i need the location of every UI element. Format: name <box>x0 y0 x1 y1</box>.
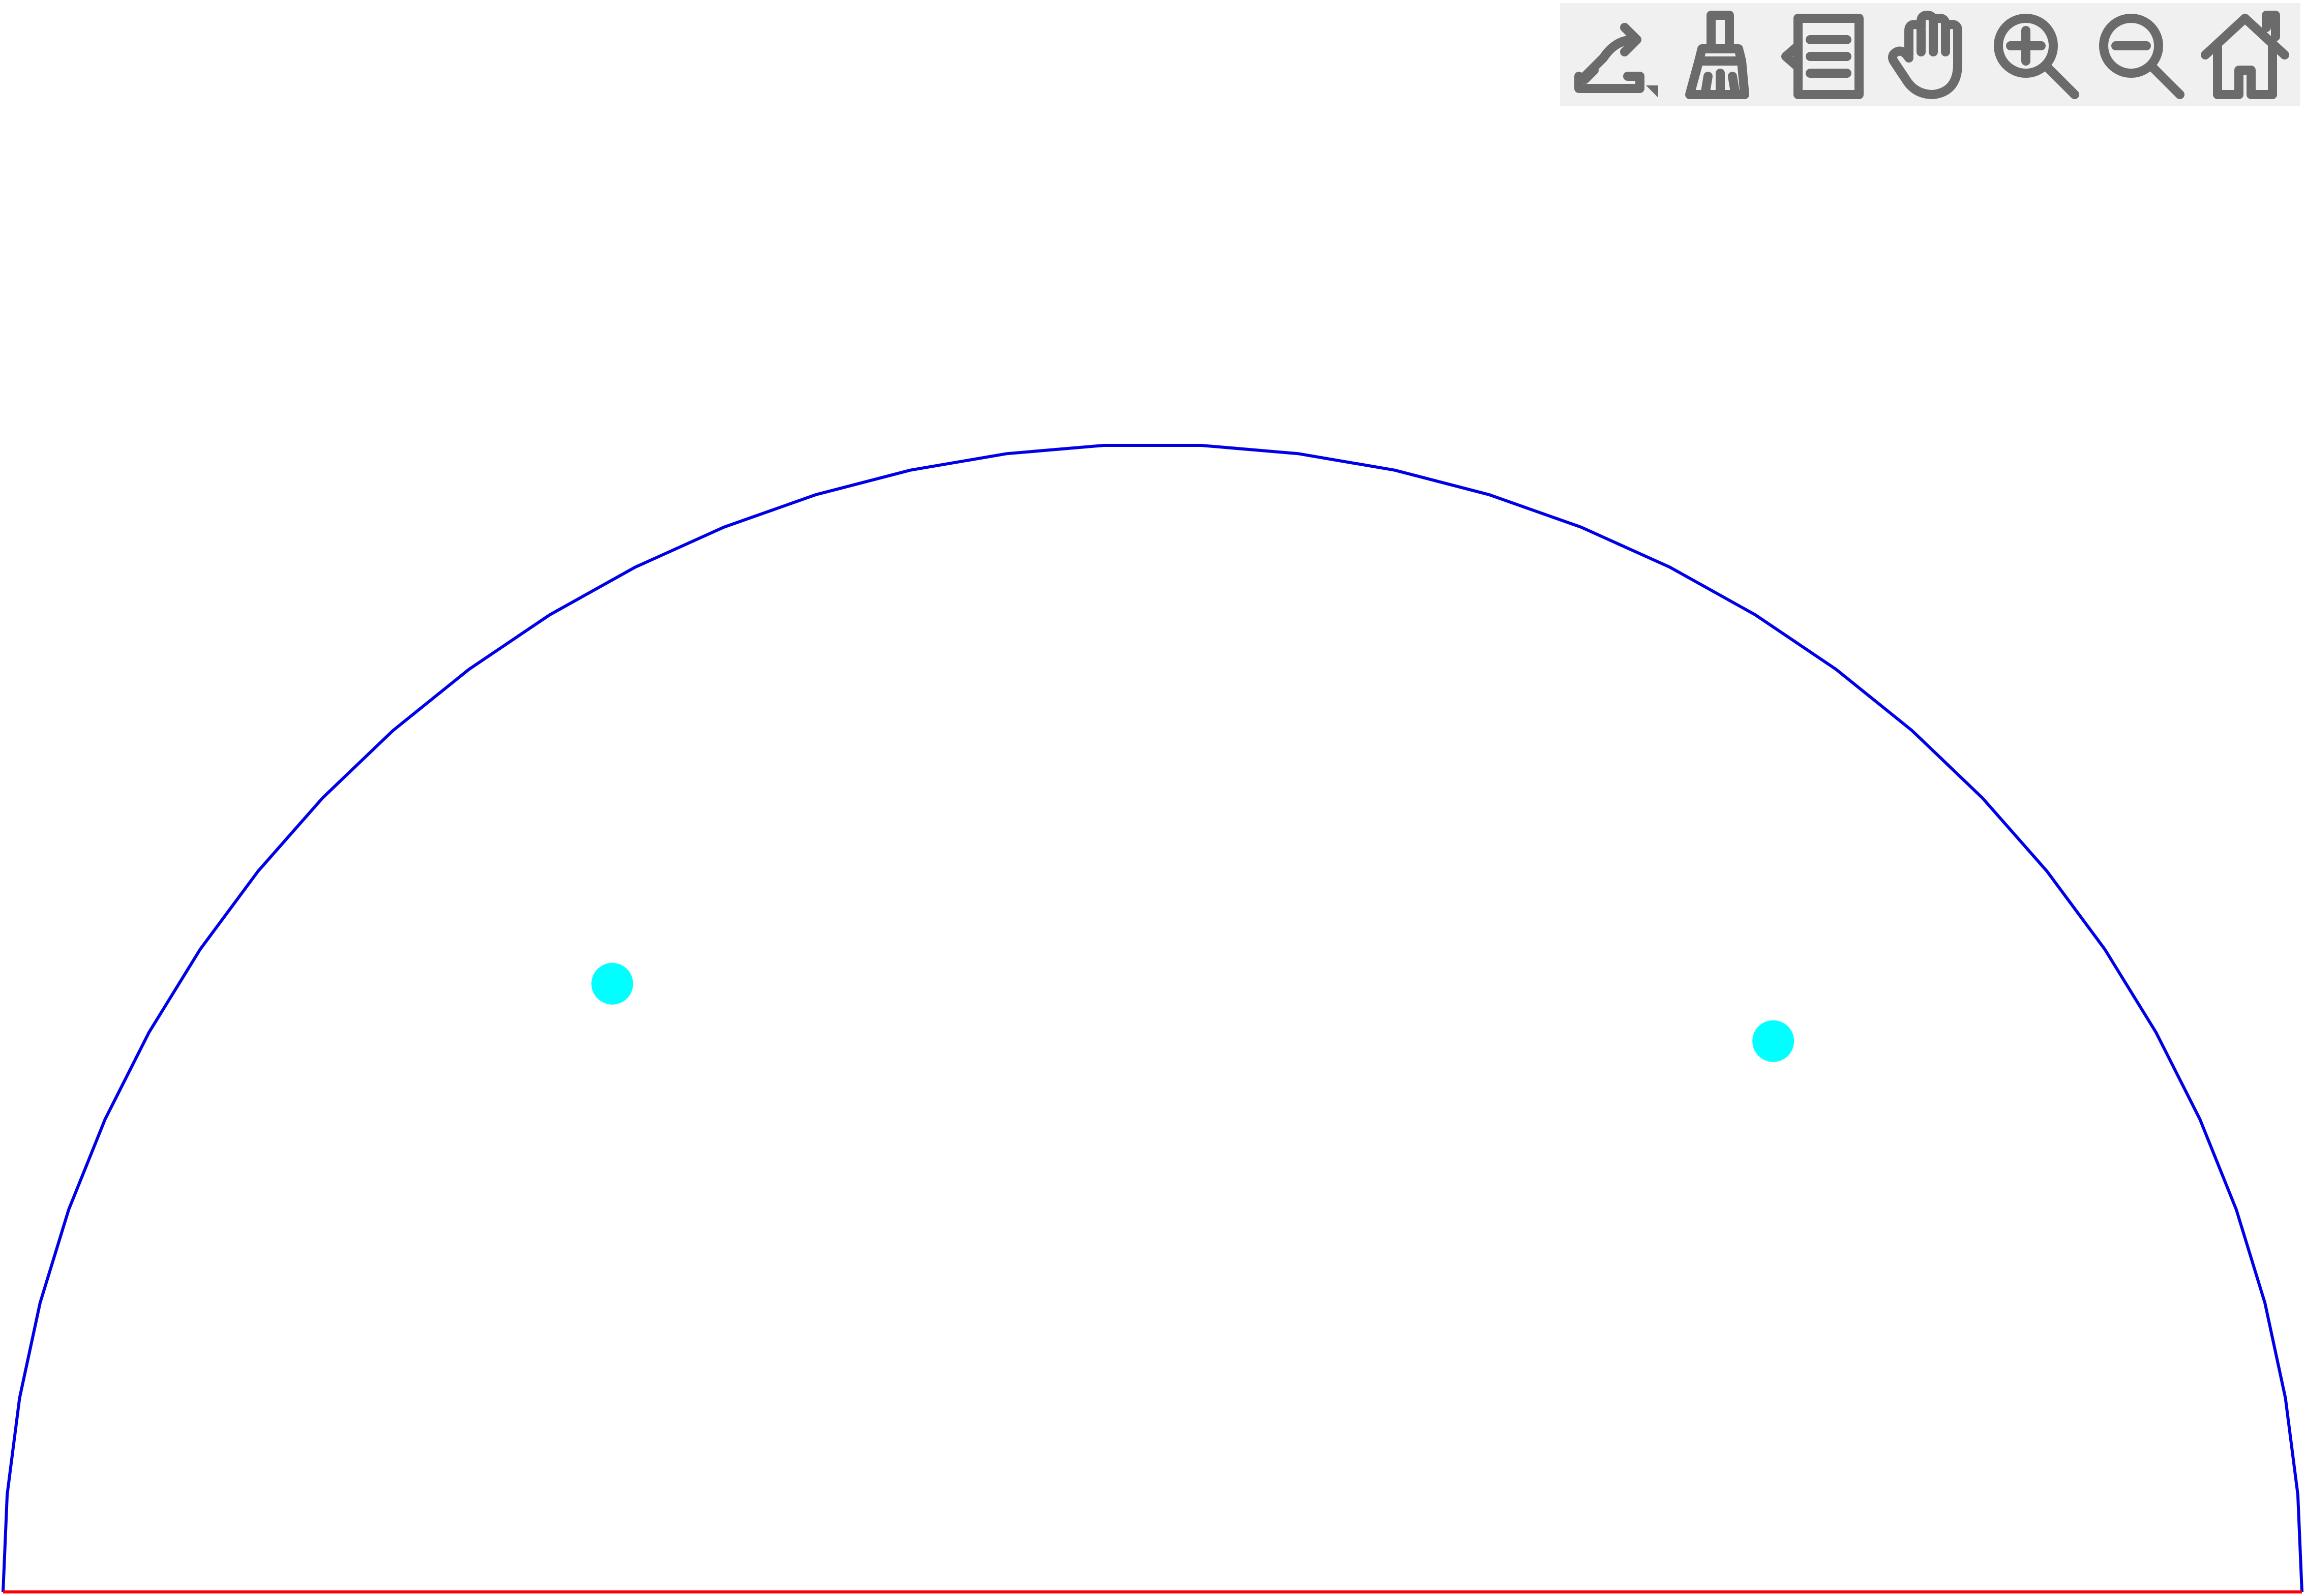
semicircle-arc <box>2 444 2303 1592</box>
chart-plot <box>2 444 2303 1593</box>
zoom-out-icon <box>2099 13 2184 99</box>
data-list-icon <box>1781 13 1864 99</box>
brush-button[interactable] <box>1672 7 1769 103</box>
pan-button[interactable] <box>1882 7 1979 103</box>
hand-pan-icon <box>1888 10 1962 99</box>
data-point <box>591 962 634 1005</box>
home-button[interactable] <box>2197 7 2293 103</box>
data-point <box>1752 1020 1794 1062</box>
zoom-out-button[interactable] <box>2092 7 2189 103</box>
home-icon <box>2200 10 2289 99</box>
zoom-in-button[interactable] <box>1987 7 2083 103</box>
chart-toolbar <box>1560 3 2300 106</box>
zoom-in-icon <box>1994 13 2080 99</box>
data-view-button[interactable] <box>1777 7 1874 103</box>
export-icon <box>1574 22 1658 98</box>
brush-icon <box>1685 10 1750 99</box>
chart-area <box>0 0 2305 1596</box>
export-button[interactable] <box>1567 7 1664 103</box>
